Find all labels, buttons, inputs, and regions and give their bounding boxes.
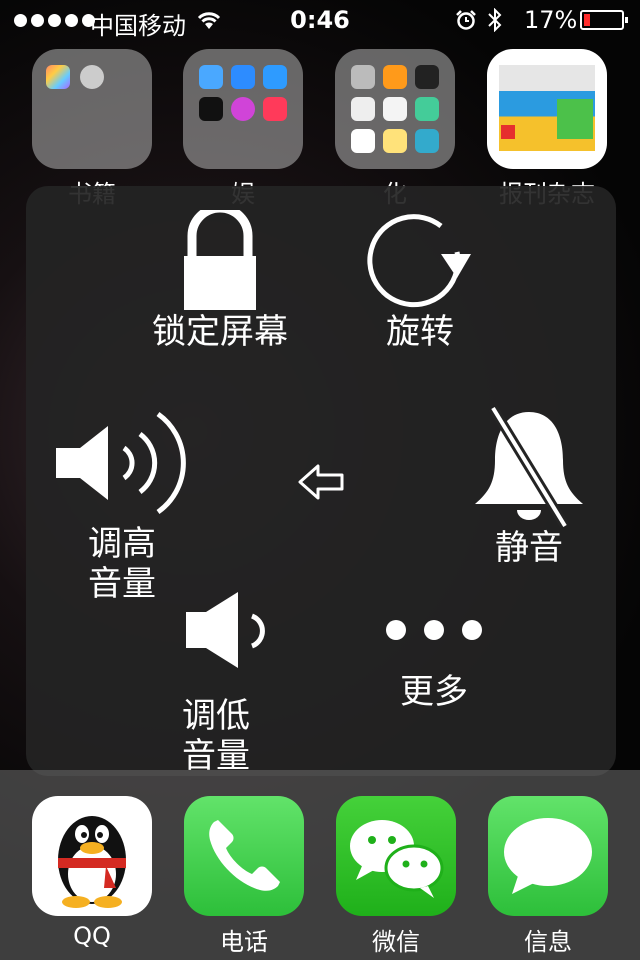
lock-screen-button[interactable]: 锁定屏幕 bbox=[140, 210, 300, 352]
left-arrow-icon bbox=[298, 464, 344, 500]
folder-tools[interactable] bbox=[335, 49, 455, 169]
messages-app-icon[interactable] bbox=[488, 796, 608, 916]
newsstand-icon[interactable] bbox=[487, 49, 607, 169]
wechat-label: 微信 bbox=[372, 928, 420, 956]
mute-button[interactable]: 静音 bbox=[464, 404, 594, 568]
battery-percentage: 17% bbox=[524, 6, 578, 34]
qq-label: QQ bbox=[73, 922, 111, 950]
assistive-touch-menu: 锁定屏幕 旋转 调高 音量 静音 调低 音量 更多 bbox=[26, 186, 616, 776]
battery-icon bbox=[580, 10, 628, 30]
wechat-bubbles-icon bbox=[350, 820, 444, 898]
volume-up-label-line1: 调高 bbox=[88, 524, 156, 564]
qq-app-icon[interactable] bbox=[32, 796, 152, 916]
folder-books[interactable] bbox=[32, 49, 152, 169]
rotate-label: 旋转 bbox=[386, 312, 454, 352]
volume-up-button[interactable]: 调高 音量 bbox=[46, 408, 196, 604]
lock-icon bbox=[184, 210, 256, 310]
volume-down-label-line1: 调低 bbox=[182, 696, 250, 736]
more-button[interactable]: 更多 bbox=[364, 616, 504, 712]
rotate-button[interactable]: 旋转 bbox=[350, 210, 490, 352]
bell-muted-icon bbox=[475, 405, 583, 528]
lock-screen-label: 锁定屏幕 bbox=[152, 312, 288, 352]
volume-down-icon bbox=[186, 592, 265, 668]
alarm-icon bbox=[456, 10, 476, 30]
phone-app-icon[interactable] bbox=[184, 796, 304, 916]
bluetooth-icon bbox=[488, 8, 502, 32]
dock: QQ 电话 微信 信息 bbox=[0, 770, 640, 960]
phone-handset-icon bbox=[209, 820, 280, 891]
more-label: 更多 bbox=[400, 672, 468, 712]
speech-bubble-icon bbox=[504, 818, 592, 894]
folder-entertainment[interactable] bbox=[183, 49, 303, 169]
mute-label: 静音 bbox=[495, 528, 563, 568]
phone-label: 电话 bbox=[220, 928, 268, 956]
more-dots-icon bbox=[364, 616, 504, 644]
back-button[interactable] bbox=[296, 462, 346, 506]
wechat-app-icon[interactable] bbox=[336, 796, 456, 916]
penguin-icon bbox=[58, 816, 126, 908]
volume-up-icon bbox=[56, 411, 186, 515]
messages-label: 信息 bbox=[524, 928, 572, 956]
rotate-icon bbox=[367, 214, 471, 308]
status-bar: 中国移动 0:46 17% bbox=[0, 0, 640, 40]
volume-down-button[interactable]: 调低 音量 bbox=[146, 588, 286, 776]
